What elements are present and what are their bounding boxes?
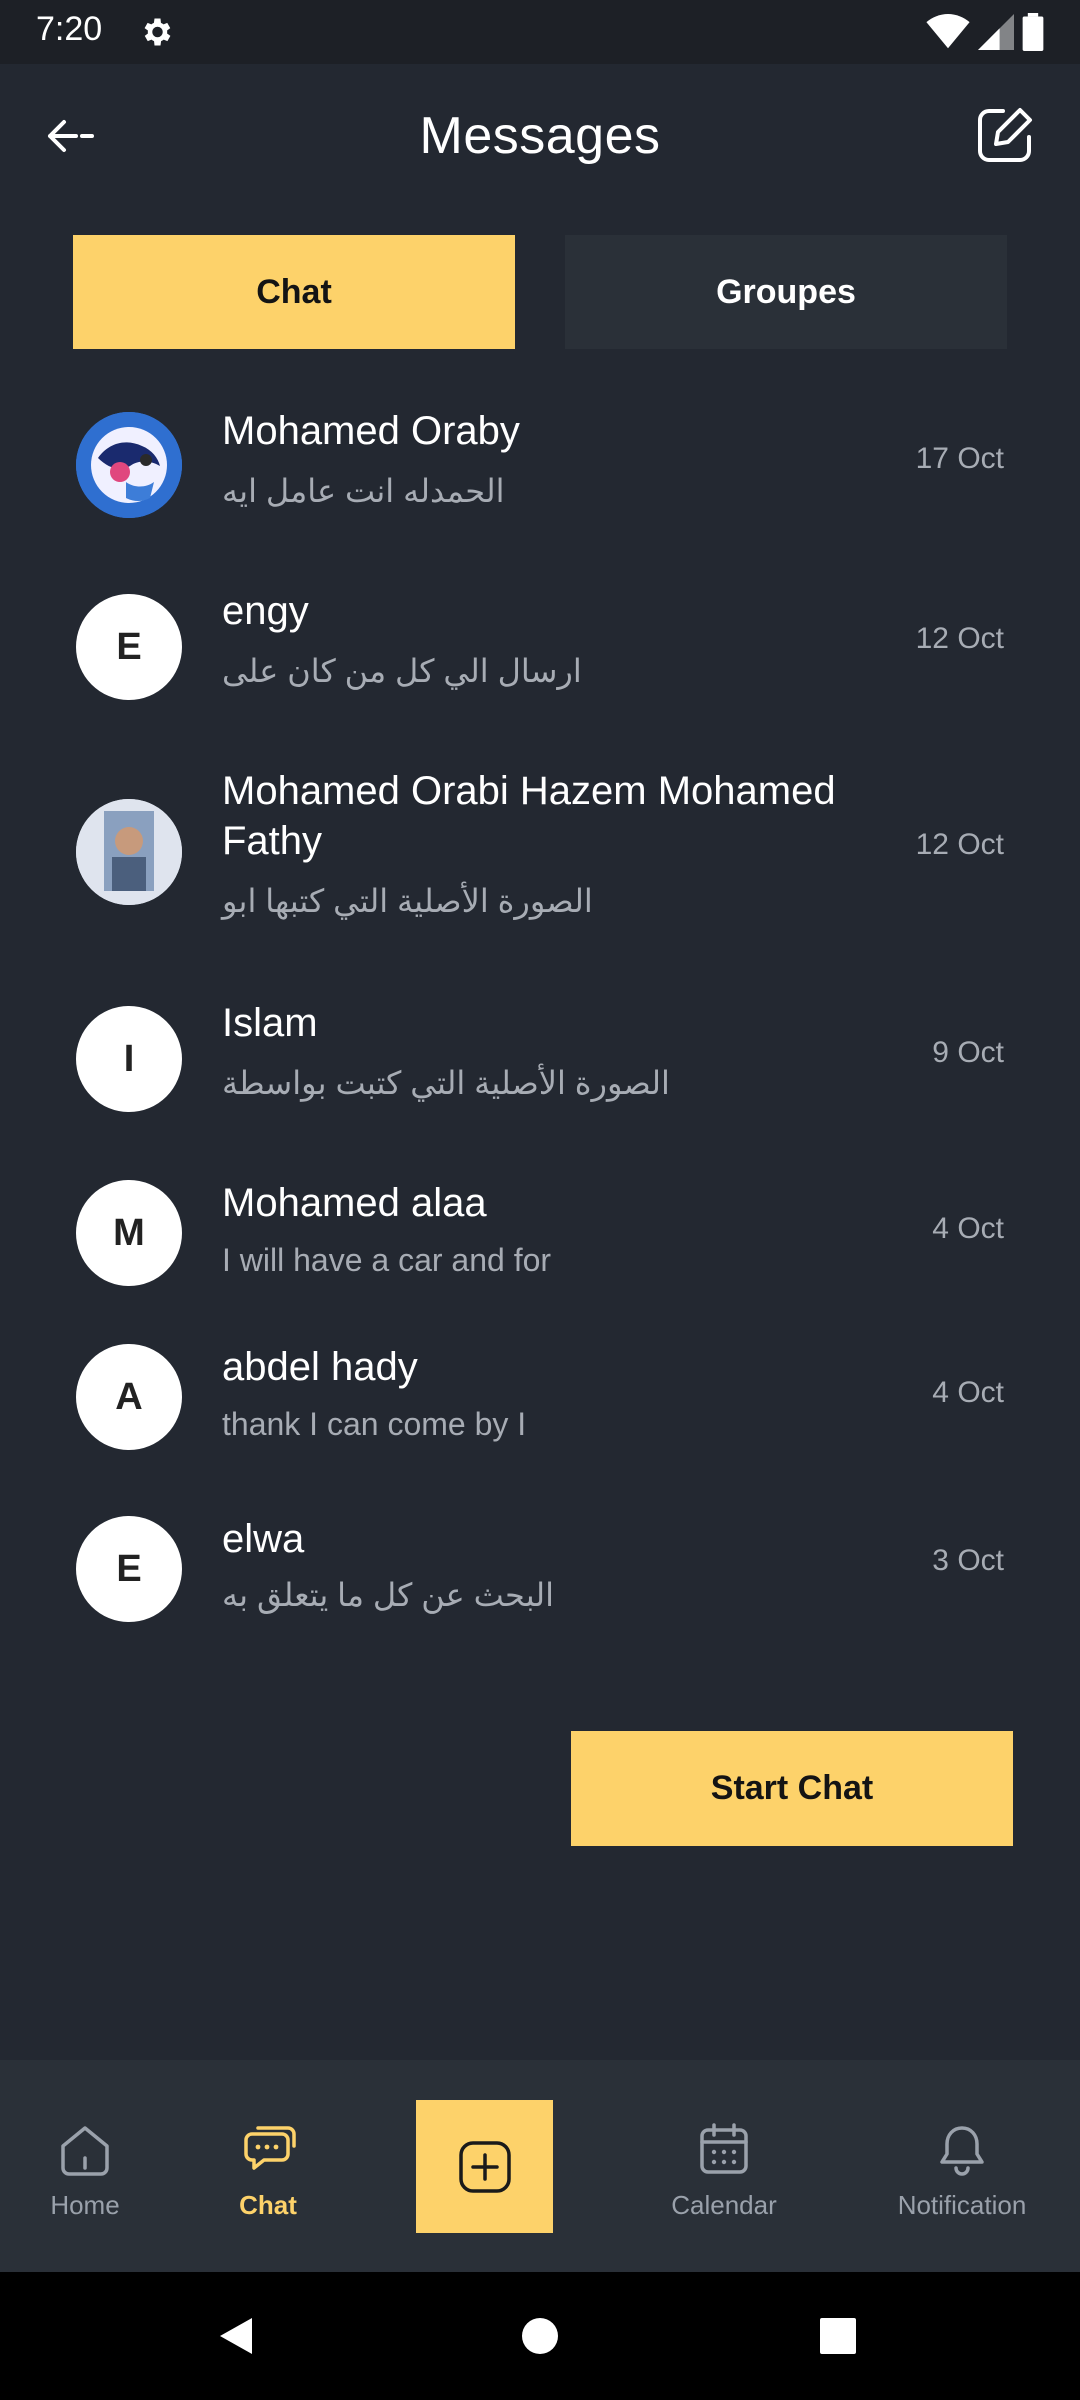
- circle-home-icon: [522, 2318, 558, 2354]
- system-back-button[interactable]: [212, 2312, 260, 2360]
- system-nav-bar: [0, 2272, 1080, 2400]
- nav-chat[interactable]: Chat: [218, 2060, 318, 2272]
- message-date: 9 Oct: [932, 1036, 1004, 1069]
- avatar-image: [76, 799, 182, 905]
- start-chat-button[interactable]: Start Chat: [571, 1731, 1013, 1846]
- nav-notification[interactable]: Notification: [888, 2060, 1036, 2272]
- avatar: [76, 799, 182, 905]
- nav-notification-label: Notification: [897, 2190, 1027, 2220]
- message-date: 3 Oct: [932, 1544, 1004, 1577]
- avatar: I: [76, 1006, 182, 1112]
- battery-icon: [1022, 13, 1044, 51]
- message-preview: ارسال الي كل من كان على: [222, 653, 582, 689]
- avatar: [76, 412, 182, 518]
- conversation-item[interactable]: I Islam الصورة الأصلية التي كتبت بواسطة …: [0, 998, 1080, 1133]
- contact-name: Islam: [222, 1001, 318, 1045]
- conversation-item[interactable]: E engy ارسال الي كل من كان على 12 Oct: [0, 580, 1080, 715]
- bell-icon: [940, 2126, 984, 2176]
- message-preview: الحمدله انت عامل ايه: [222, 473, 505, 509]
- message-preview: الصورة الأصلية التي كتبت بواسطة: [222, 1065, 670, 1101]
- message-date: 12 Oct: [915, 828, 1004, 861]
- conversation-item[interactable]: A abdel hady thank I can come by I 4 Oct: [0, 1342, 1080, 1477]
- message-date: 4 Oct: [932, 1376, 1004, 1409]
- compose-button[interactable]: [972, 102, 1038, 168]
- message-preview: البحث عن كل ما يتعلق به: [222, 1577, 554, 1613]
- avatar: E: [76, 1516, 182, 1622]
- triangle-back-icon: [220, 2318, 252, 2354]
- wifi-icon: [926, 14, 970, 49]
- calendar-icon: [700, 2123, 748, 2174]
- plus-square-icon: [458, 2140, 511, 2193]
- avatar: A: [76, 1344, 182, 1450]
- system-home-button[interactable]: [516, 2312, 564, 2360]
- conversation-item[interactable]: E elwa البحث عن كل ما يتعلق به 3 Oct: [0, 1514, 1080, 1649]
- message-date: 12 Oct: [915, 622, 1004, 655]
- avatar: M: [76, 1180, 182, 1286]
- conversation-item[interactable]: Mohamed Oraby الحمدله انت عامل ايه 17 Oc…: [0, 400, 1080, 535]
- square-recents-icon: [820, 2318, 856, 2354]
- conversation-item[interactable]: M Mohamed alaa I will have a car and for…: [0, 1178, 1080, 1313]
- contact-name: elwa: [222, 1517, 305, 1561]
- contact-name: engy: [222, 589, 309, 633]
- app-header: Messages: [0, 64, 1080, 212]
- contact-name: Mohamed Oraby: [222, 409, 520, 453]
- edit-icon: [978, 108, 1032, 162]
- signal-icon: [978, 14, 1014, 50]
- add-button[interactable]: [416, 2100, 553, 2233]
- avatar-image: [76, 412, 182, 518]
- nav-home[interactable]: Home: [35, 2060, 135, 2272]
- contact-name: Mohamed Orabi Hazem Mohamed Fathy: [222, 769, 836, 863]
- chat-bubbles-icon: [244, 2126, 296, 2170]
- message-date: 17 Oct: [915, 442, 1004, 475]
- home-icon: [61, 2126, 109, 2176]
- status-time: 7:20: [36, 10, 103, 48]
- bottom-nav: Home Chat Calendar Notification: [0, 2060, 1080, 2272]
- message-date: 4 Oct: [932, 1212, 1004, 1245]
- message-preview: الصورة الأصلية التي كتبها ابو: [222, 883, 593, 919]
- nav-calendar[interactable]: Calendar: [660, 2060, 788, 2272]
- contact-name: abdel hady: [222, 1345, 418, 1389]
- status-bar: 7:20: [0, 0, 1080, 64]
- system-recents-button[interactable]: [814, 2312, 862, 2360]
- message-preview: I will have a car and for: [222, 1242, 552, 1278]
- tab-chat[interactable]: Chat: [73, 235, 515, 349]
- tab-groups[interactable]: Groupes: [565, 235, 1007, 349]
- nav-chat-label: Chat: [239, 2190, 297, 2220]
- contact-name: Mohamed alaa: [222, 1181, 487, 1225]
- avatar: E: [76, 594, 182, 700]
- page-title: Messages: [419, 107, 661, 165]
- nav-home-label: Home: [50, 2190, 120, 2220]
- settings-gear-icon: [144, 18, 171, 46]
- tab-bar: Chat Groupes: [73, 235, 1007, 349]
- nav-calendar-label: Calendar: [671, 2190, 777, 2220]
- conversation-item[interactable]: Mohamed Orabi Hazem Mohamed Fathy الصورة…: [0, 762, 1080, 932]
- message-preview: thank I can come by I: [222, 1406, 527, 1442]
